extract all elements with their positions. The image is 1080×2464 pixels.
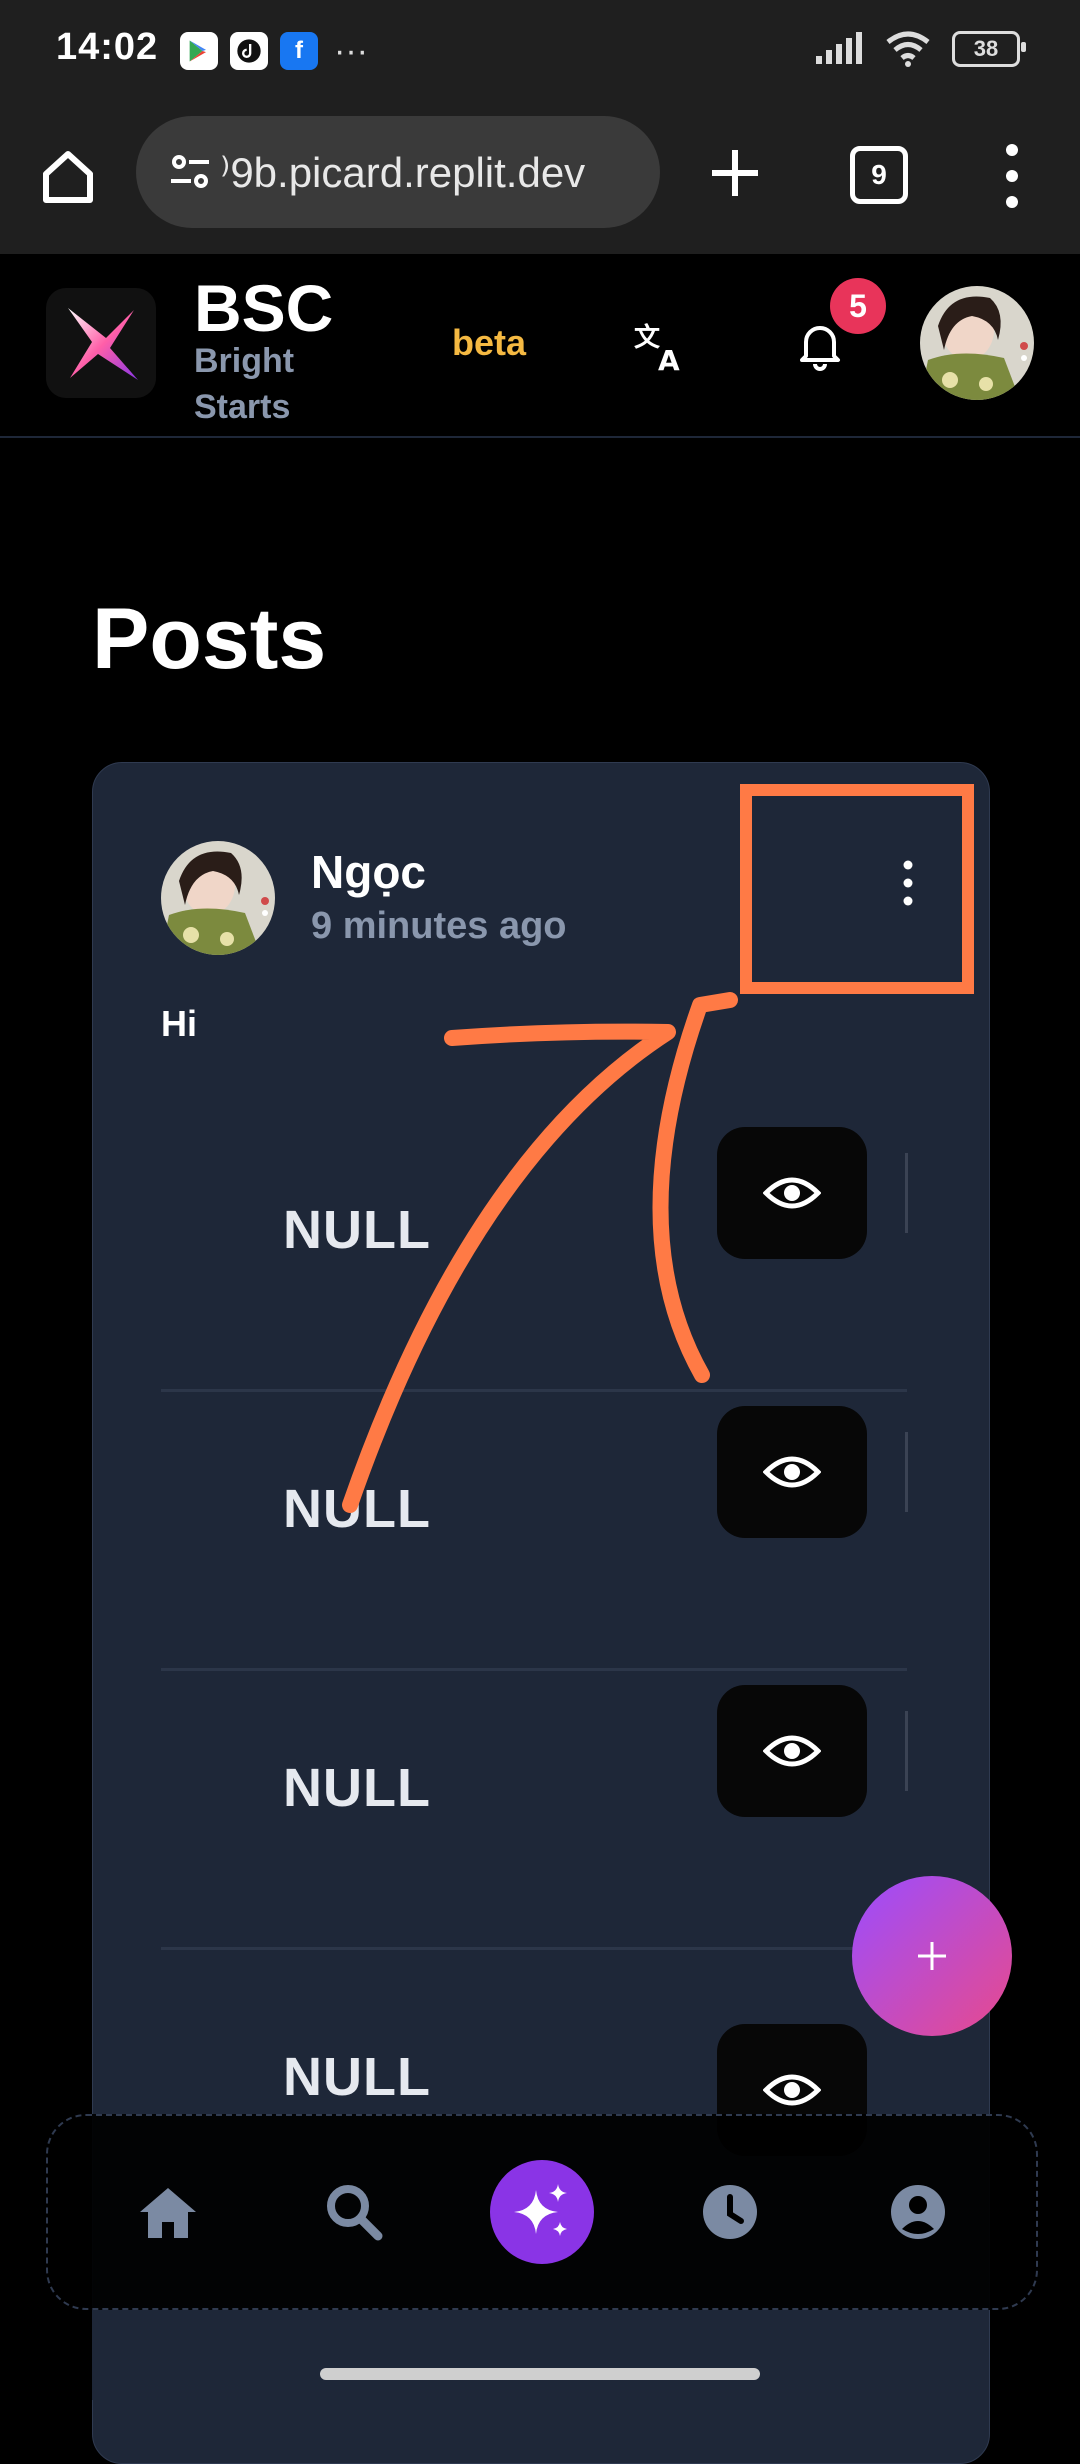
- wifi-icon: [886, 31, 930, 67]
- tiktok-icon: [230, 32, 268, 70]
- list-item: NULL: [161, 1113, 908, 1392]
- notification-badge[interactable]: 5: [830, 278, 886, 334]
- view-button[interactable]: [717, 1127, 867, 1259]
- new-tab-icon[interactable]: [700, 138, 770, 208]
- battery-indicator: 38: [952, 31, 1026, 67]
- beta-label: beta: [452, 322, 527, 363]
- status-app-icons: f ···: [180, 32, 368, 70]
- home-icon[interactable]: [36, 144, 100, 208]
- more-vert-icon[interactable]: [1000, 136, 1024, 216]
- eye-icon: [763, 1456, 821, 1488]
- item-label: NULL: [283, 1479, 431, 1539]
- row-divider: [905, 1153, 908, 1233]
- status-overflow: ···: [334, 32, 368, 70]
- sparkles-icon: [514, 2184, 567, 2236]
- search-icon: [327, 2185, 383, 2241]
- more-vert-icon: [903, 860, 913, 906]
- nav-sparkles[interactable]: [490, 2160, 594, 2264]
- view-button[interactable]: [717, 1685, 867, 1817]
- post-author-name[interactable]: Ngọc: [311, 845, 426, 899]
- site-settings-icon[interactable]: [160, 149, 220, 195]
- url-text[interactable]: ⁾9b.picard.replit.dev: [220, 148, 650, 197]
- post-items-list: NULL NULL NULL NULL: [161, 1113, 908, 2226]
- nav-profile[interactable]: [870, 2164, 966, 2260]
- address-bar[interactable]: ⁾9b.picard.replit.dev: [136, 116, 660, 228]
- status-time: 14:02: [56, 26, 159, 68]
- row-divider: [905, 1711, 908, 1791]
- card-edge-left: [92, 2306, 234, 2400]
- post-content: Hi: [161, 1003, 197, 1044]
- nav-history[interactable]: [682, 2164, 778, 2260]
- card-edge-right: [846, 2306, 988, 2400]
- signal-icon: [816, 32, 862, 64]
- clock-icon: [703, 2185, 757, 2239]
- profile-avatar[interactable]: [920, 286, 1034, 400]
- svg-text:文: 文: [634, 322, 661, 353]
- plus-icon: [918, 1942, 946, 1970]
- star-logo-icon: [68, 308, 138, 380]
- status-indicators: 38: [814, 30, 1026, 68]
- nav-home[interactable]: [120, 2164, 216, 2260]
- create-post-button[interactable]: [852, 1876, 1012, 2036]
- list-item: NULL: [161, 1671, 908, 1950]
- post-options-button[interactable]: [833, 813, 983, 953]
- post-timestamp: 9 minutes ago: [311, 905, 567, 947]
- brand-title: BSC: [194, 271, 334, 345]
- svg-text:A: A: [658, 344, 680, 374]
- eye-icon: [763, 2074, 821, 2106]
- item-label: NULL: [283, 1758, 431, 1818]
- facebook-icon: f: [280, 32, 318, 70]
- item-label: NULL: [283, 1200, 431, 1260]
- browser-toolbar: ⁾9b.picard.replit.dev 9: [0, 106, 1080, 254]
- view-button[interactable]: [717, 1406, 867, 1538]
- row-divider: [905, 1432, 908, 1512]
- nav-search[interactable]: [306, 2164, 402, 2260]
- item-label: NULL: [283, 2047, 431, 2107]
- eye-icon: [763, 1177, 821, 1209]
- app-header: BSC Bright Starts beta 文 A 5: [0, 254, 1080, 438]
- home-indicator[interactable]: [320, 2368, 760, 2380]
- eye-icon: [763, 1735, 821, 1767]
- post-author-avatar[interactable]: [161, 841, 275, 955]
- status-bar: 14:02 f ··· 38: [0, 0, 1080, 106]
- bottom-navigation: [46, 2114, 1038, 2310]
- page-title: Posts: [92, 591, 327, 687]
- app-logo[interactable]: [46, 288, 156, 398]
- translate-icon[interactable]: 文 A: [632, 318, 688, 374]
- list-item: NULL: [161, 1392, 908, 1671]
- brand-subtitle: Bright Starts: [194, 342, 295, 426]
- home-icon: [140, 2188, 196, 2238]
- tab-switcher-button[interactable]: 9: [850, 146, 908, 204]
- user-icon: [891, 2185, 945, 2239]
- play-store-icon: [180, 32, 218, 70]
